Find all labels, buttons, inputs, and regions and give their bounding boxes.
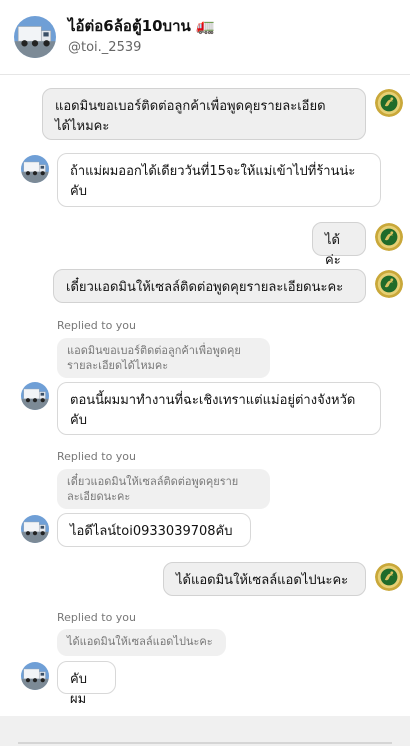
- message-text-line: แอดมินขอเบอร์ติดต่อลูกค้าเพื่อพูดคุยรายล…: [55, 99, 326, 114]
- message-text-line: ได้ไหมคะ: [55, 119, 110, 134]
- message-bubble-incoming[interactable]: ไอดีไลน์toi0933039708คับ: [57, 513, 251, 547]
- message-bubble-incoming[interactable]: ถ้าแม่ผมออกได้เดียววันที่15จะให้แม่เข้าไ…: [57, 153, 381, 207]
- truck-avatar-icon: [21, 662, 49, 690]
- quoted-message[interactable]: ได้แอดมินให้เซลล์แอดไปนะคะ: [57, 629, 226, 656]
- message-text-line: ได้แอดมินให้เซลล์แอดไปนะคะ: [176, 573, 349, 588]
- quote-text-line: ละเอียดนะคะ: [67, 490, 131, 503]
- admin-avatar[interactable]: [375, 563, 403, 591]
- truck-emoji-icon: 🚛: [196, 17, 215, 35]
- profile-avatar[interactable]: [14, 16, 56, 58]
- message-text-line: ไอดีไลน์toi0933039708คับ: [70, 524, 233, 539]
- message-bubble-outgoing[interactable]: ได้ค่ะ: [312, 222, 366, 268]
- quoted-message[interactable]: เดี๋ยวแอดมินให้เซลล์ติดต่อพูดคุยราย ละเอ…: [57, 469, 270, 509]
- replied-label: Replied to you: [57, 319, 137, 332]
- truck-avatar-icon: [21, 155, 49, 183]
- profile-name-text: ไอ้ต่อ6ล้อตู้10บาน: [68, 17, 191, 35]
- emblem-avatar-icon: [375, 270, 403, 298]
- message-text-line: คับ: [70, 184, 87, 199]
- message-bubble-incoming[interactable]: คับผม: [57, 661, 116, 707]
- message-text-line: คับผม: [70, 672, 87, 707]
- quote-text-line: รายละเอียดได้ไหมคะ: [67, 359, 169, 372]
- message-text-line: คับ: [70, 413, 87, 428]
- message-bubble-outgoing[interactable]: แอดมินขอเบอร์ติดต่อลูกค้าเพื่อพูดคุยรายล…: [42, 88, 366, 140]
- truck-avatar-icon: [14, 16, 56, 58]
- user-avatar[interactable]: [21, 662, 49, 690]
- user-avatar[interactable]: [21, 515, 49, 543]
- replied-label: Replied to you: [57, 450, 137, 463]
- message-bubble-outgoing[interactable]: ได้แอดมินให้เซลล์แอดไปนะคะ: [163, 562, 366, 596]
- replied-label: Replied to you: [57, 611, 137, 624]
- message-text-line: ได้ค่ะ: [325, 233, 341, 268]
- user-avatar[interactable]: [21, 382, 49, 410]
- profile-name[interactable]: ไอ้ต่อ6ล้อตู้10บาน 🚛: [68, 14, 215, 38]
- quoted-message[interactable]: แอดมินขอเบอร์ติดต่อลูกค้าเพื่อพูดคุย ราย…: [57, 338, 270, 378]
- admin-avatar[interactable]: [375, 89, 403, 117]
- truck-avatar-icon: [21, 515, 49, 543]
- chat-header: ไอ้ต่อ6ล้อตู้10บาน 🚛 @toi._2539: [0, 0, 410, 75]
- message-text-line: ตอนนี้ผมมาทำงานที่ฉะเชิงเทราแต่แม่อยู่ต่…: [70, 393, 356, 408]
- quote-text-line: เดี๋ยวแอดมินให้เซลล์ติดต่อพูดคุยราย: [67, 475, 239, 488]
- quote-text-line: แอดมินขอเบอร์ติดต่อลูกค้าเพื่อพูดคุย: [67, 344, 241, 357]
- truck-avatar-icon: [21, 382, 49, 410]
- message-text-line: ถ้าแม่ผมออกได้เดียววันที่15จะให้แม่เข้าไ…: [70, 164, 356, 179]
- admin-avatar[interactable]: [375, 270, 403, 298]
- admin-avatar[interactable]: [375, 223, 403, 251]
- emblem-avatar-icon: [375, 563, 403, 591]
- divider: [18, 742, 392, 744]
- message-bubble-outgoing[interactable]: เดี๋ยวแอดมินให้เซลล์ติดต่อพูดคุยรายละเอี…: [53, 269, 366, 303]
- user-avatar[interactable]: [21, 155, 49, 183]
- emblem-avatar-icon: [375, 223, 403, 251]
- emblem-avatar-icon: [375, 89, 403, 117]
- message-bubble-incoming[interactable]: ตอนนี้ผมมาทำงานที่ฉะเชิงเทราแต่แม่อยู่ต่…: [57, 382, 381, 435]
- quote-text-line: ได้แอดมินให้เซลล์แอดไปนะคะ: [67, 635, 213, 648]
- message-text-line: เดี๋ยวแอดมินให้เซลล์ติดต่อพูดคุยรายละเอี…: [66, 280, 344, 295]
- profile-handle[interactable]: @toi._2539: [68, 40, 141, 55]
